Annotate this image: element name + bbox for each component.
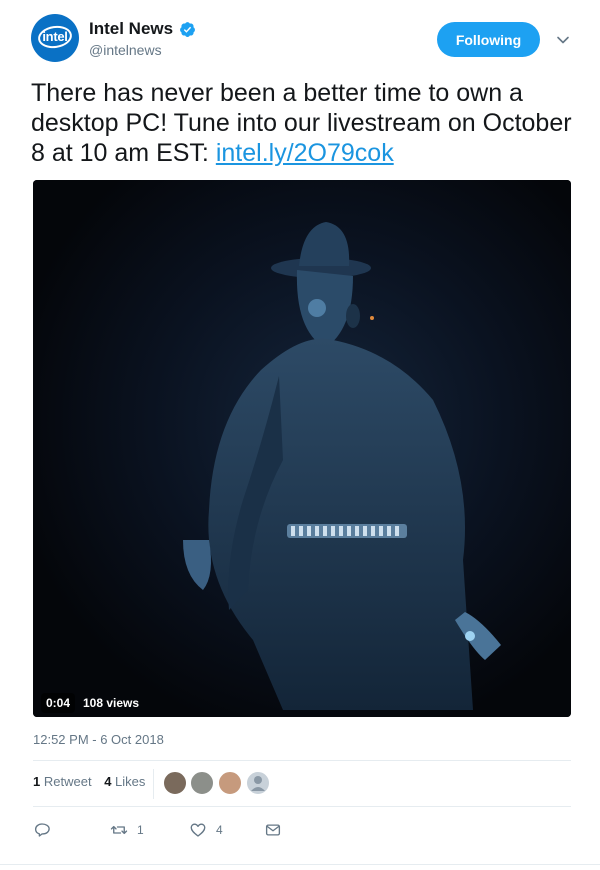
divider bbox=[33, 806, 571, 807]
verified-badge-icon bbox=[180, 22, 195, 37]
stats-separator bbox=[153, 769, 154, 799]
default-avatar-icon bbox=[251, 776, 265, 791]
retweet-icon bbox=[110, 825, 128, 835]
display-name[interactable]: Intel News bbox=[89, 19, 173, 39]
tweet-link[interactable]: intel.ly/2O79cok bbox=[216, 139, 394, 167]
message-icon bbox=[265, 824, 281, 836]
retweet-count: 1 bbox=[137, 823, 144, 837]
liker-avatar[interactable] bbox=[218, 771, 242, 795]
divider bbox=[33, 760, 571, 761]
liker-avatar[interactable] bbox=[190, 771, 214, 795]
video-elapsed-time: 0:04 bbox=[41, 693, 76, 713]
handle[interactable]: @intelnews bbox=[89, 42, 162, 58]
retweets-count: 1 bbox=[33, 774, 41, 789]
direct-message-button[interactable] bbox=[264, 818, 282, 842]
likes-count: 4 bbox=[104, 774, 112, 789]
retweets-stat[interactable]: 1 Retweet bbox=[33, 774, 92, 789]
reply-button[interactable] bbox=[33, 818, 60, 842]
like-count: 4 bbox=[216, 823, 223, 837]
divider bbox=[0, 864, 600, 865]
tweet-text: There has never been a better time to ow… bbox=[31, 78, 576, 168]
retweet-button[interactable]: 1 bbox=[110, 818, 144, 842]
likes-stat[interactable]: 4 Likes bbox=[104, 774, 145, 789]
avatar-logo-text: intel bbox=[42, 29, 68, 44]
liker-avatar[interactable] bbox=[163, 771, 187, 795]
tweet-stats: 1 Retweet 4 Likes bbox=[33, 774, 154, 789]
heart-icon bbox=[190, 823, 206, 837]
chevron-down-icon[interactable] bbox=[555, 32, 571, 48]
video-view-count: 108 views bbox=[83, 696, 140, 710]
likes-label: Likes bbox=[115, 774, 146, 789]
tweet-card: intel Intel News @intelnews Following Th… bbox=[0, 0, 600, 870]
retweets-label: Retweet bbox=[43, 774, 92, 789]
video-frame-image bbox=[33, 180, 571, 717]
following-button[interactable]: Following bbox=[437, 22, 540, 57]
liker-avatar[interactable] bbox=[246, 771, 270, 795]
like-button[interactable]: 4 bbox=[189, 818, 223, 842]
reply-icon bbox=[34, 823, 50, 837]
tweet-timestamp[interactable]: 12:52 PM - 6 Oct 2018 bbox=[33, 732, 164, 747]
video-player[interactable] bbox=[33, 180, 571, 717]
avatar[interactable]: intel bbox=[31, 14, 79, 62]
